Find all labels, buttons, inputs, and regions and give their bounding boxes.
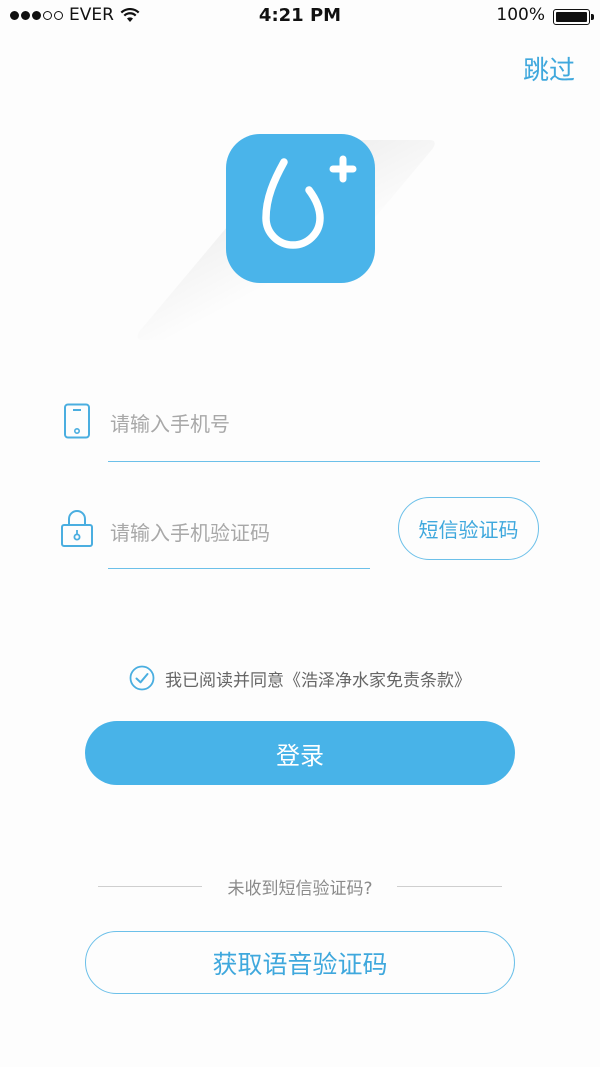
battery-icon [553, 9, 594, 25]
check-circle-icon[interactable] [129, 665, 155, 691]
agreement-link[interactable]: 我已阅读并同意《浩泽净水家免责条款》 [165, 666, 471, 691]
water-drop-plus-icon [262, 155, 357, 249]
skip-button[interactable]: 跳过 [523, 50, 575, 87]
battery-percent: 100% [496, 5, 545, 25]
agreement-row: 我已阅读并同意《浩泽净水家免责条款》 [0, 665, 600, 691]
phone-input-underline [108, 461, 540, 462]
divider-right [397, 886, 502, 887]
phone-input[interactable]: 请输入手机号 [110, 408, 230, 437]
no-code-text: 未收到短信验证码? [227, 879, 373, 899]
app-logo [226, 134, 375, 283]
sms-code-input-underline [108, 568, 370, 569]
login-button[interactable]: 登录 [85, 721, 515, 785]
lock-icon [61, 510, 93, 547]
get-voice-code-button[interactable]: 获取语音验证码 [85, 931, 515, 994]
get-sms-code-button[interactable]: 短信验证码 [398, 497, 539, 560]
sms-code-input[interactable]: 请输入手机验证码 [110, 517, 270, 546]
phone-icon [64, 403, 90, 439]
status-bar: EVER 4:21 PM 100% [0, 0, 600, 34]
